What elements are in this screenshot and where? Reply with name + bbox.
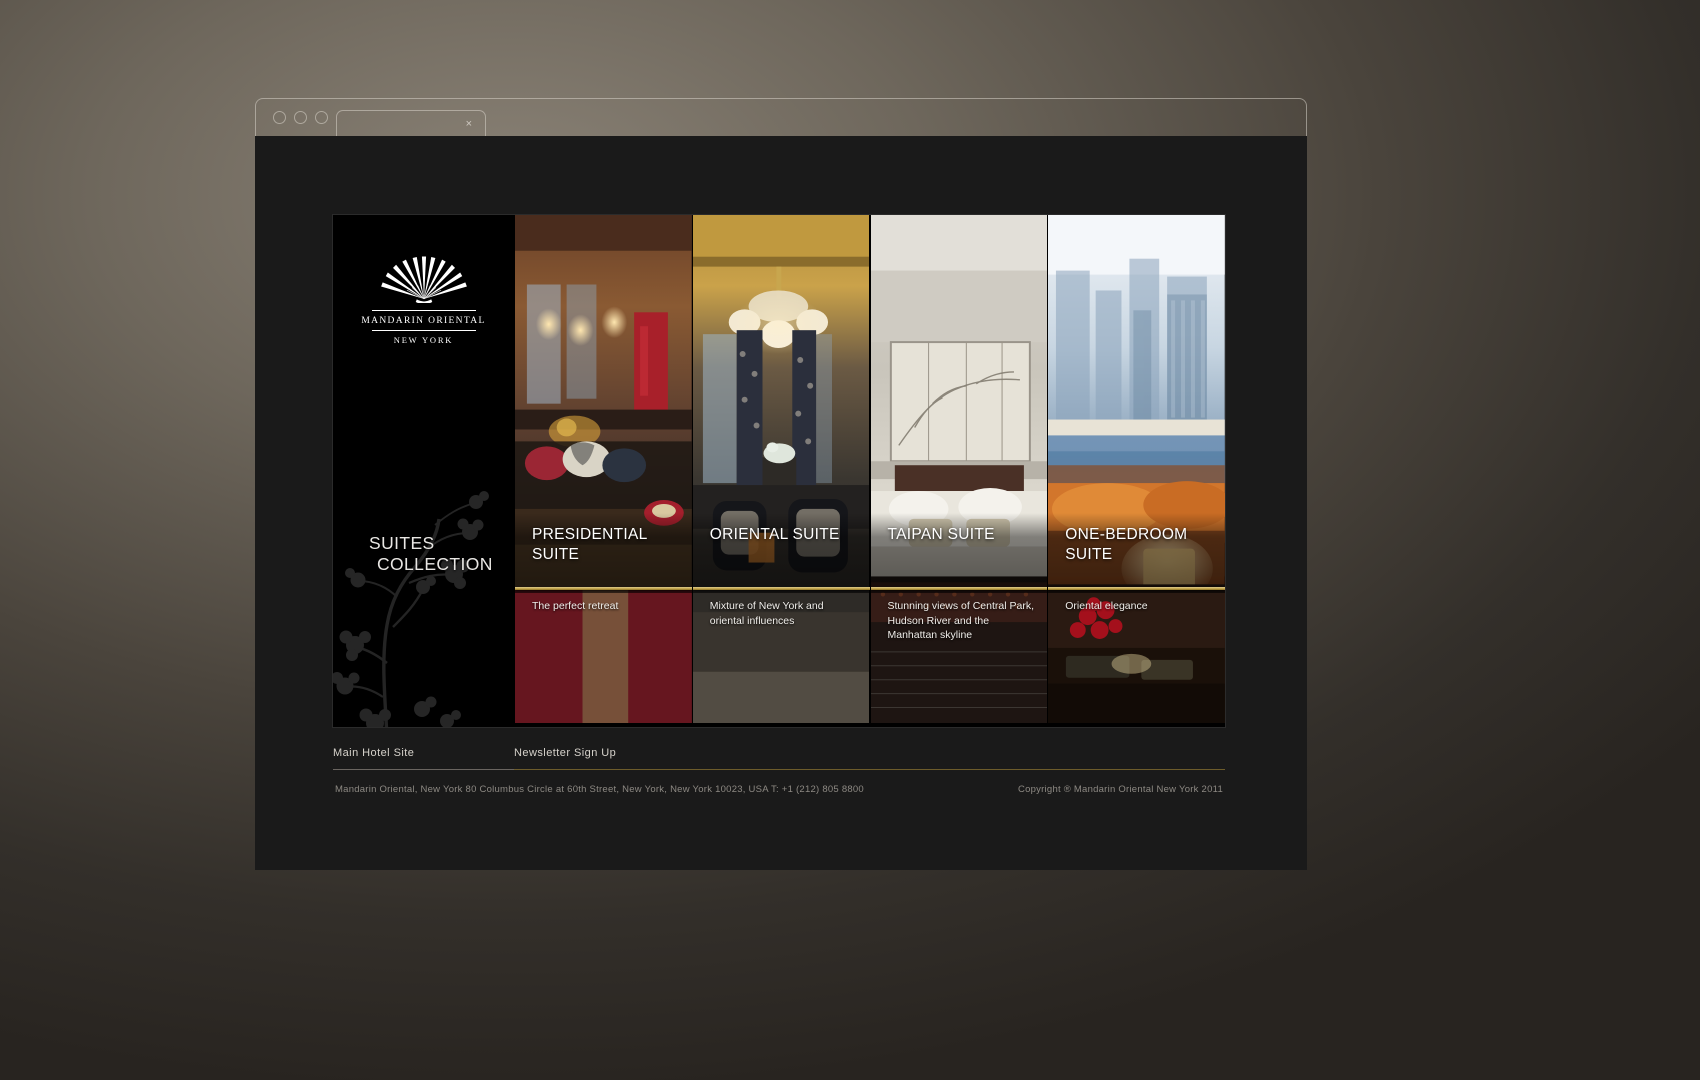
suite-card-oriental[interactable]: ORIENTAL SUITE Mixture of New York and o… [691,215,870,727]
suite-title: PRESIDENTIAL SUITE [532,525,682,565]
gold-divider [515,587,692,590]
page-body: MANDARIN ORIENTAL NEW YORK SUITES COLLEC… [255,136,1307,870]
close-window-button[interactable] [273,111,286,124]
gold-divider [870,587,1048,590]
footer-legal: Mandarin Oriental, New York 80 Columbus … [333,770,1225,795]
one-bedroom-suite-photo [1048,215,1225,724]
suite-title: ONE-BEDROOM SUITE [1065,525,1215,565]
footer-divider-right [514,769,1225,770]
brand-panel: MANDARIN ORIENTAL NEW YORK SUITES COLLEC… [333,215,514,727]
hotel-address: Mandarin Oriental, New York 80 Columbus … [335,784,864,795]
window-controls [273,111,328,124]
newsletter-signup-link[interactable]: Newsletter Sign Up [514,747,616,759]
logo-divider-top [371,310,476,311]
footer-col-main-site: Main Hotel Site [333,736,514,769]
taipan-suite-photo [870,215,1048,724]
suite-description: Mixture of New York and oriental influen… [709,600,824,627]
suite-title-line2: SUITE [1065,546,1113,563]
brand-name: MANDARIN ORIENTAL [361,316,486,326]
suite-description: Oriental elegance [1065,600,1148,612]
brand-logo[interactable]: MANDARIN ORIENTAL NEW YORK [333,241,514,345]
page-title-line1: SUITES [369,533,435,553]
gold-divider [1048,587,1225,590]
browser-tab[interactable]: × [336,110,486,138]
zoom-window-button[interactable] [315,111,328,124]
footer-divider [333,769,1225,770]
suite-description: Stunning views of Central Park, Hudson R… [887,600,1035,641]
suite-title-line1: ORIENTAL SUITE [709,526,840,543]
browser-viewport: MANDARIN ORIENTAL NEW YORK SUITES COLLEC… [255,136,1307,870]
gold-divider [692,587,870,590]
browser-titlebar: × [255,98,1307,138]
suites-collection-stage: MANDARIN ORIENTAL NEW YORK SUITES COLLEC… [333,215,1225,727]
suite-card-taipan[interactable]: TAIPAN SUITE Stunning views of Central P… [869,215,1048,727]
suite-title-line1: PRESIDENTIAL [532,526,648,543]
footer-col-newsletter: Newsletter Sign Up [514,736,1225,769]
suite-card-one-bedroom[interactable]: ONE-BEDROOM SUITE Oriental elegance [1047,215,1225,727]
minimize-window-button[interactable] [294,111,307,124]
page-title: SUITES COLLECTION [369,533,493,575]
main-hotel-site-link[interactable]: Main Hotel Site [333,747,414,759]
footer-divider-left [333,769,514,770]
oriental-suite-photo [692,215,870,724]
page-title-line2: COLLECTION [377,554,493,574]
suite-description: The perfect retreat [532,600,619,612]
logo-divider-bottom [371,330,476,331]
presidential-suite-photo [515,215,692,724]
suite-title: ORIENTAL SUITE [710,525,860,545]
copyright-notice: Copyright ® Mandarin Oriental New York 2… [1017,784,1223,795]
suite-title: TAIPAN SUITE [888,525,1038,545]
suite-title-line2: SUITE [532,546,580,563]
suite-title-line1: ONE-BEDROOM [1065,526,1188,543]
footer-links: Main Hotel Site Newsletter Sign Up [333,736,1225,769]
brand-city: NEW YORK [393,335,454,345]
mandarin-oriental-fan-icon [380,256,467,303]
page-footer: Main Hotel Site Newsletter Sign Up Manda… [333,736,1225,795]
close-icon[interactable]: × [466,117,472,131]
browser-window: × MANDARIN ORIENTAL NEW YORK SUITES COLL… [255,98,1307,870]
suite-title-line1: TAIPAN SUITE [887,526,995,543]
suite-card-presidential[interactable]: PRESIDENTIAL SUITE The perfect retreat [514,215,692,727]
